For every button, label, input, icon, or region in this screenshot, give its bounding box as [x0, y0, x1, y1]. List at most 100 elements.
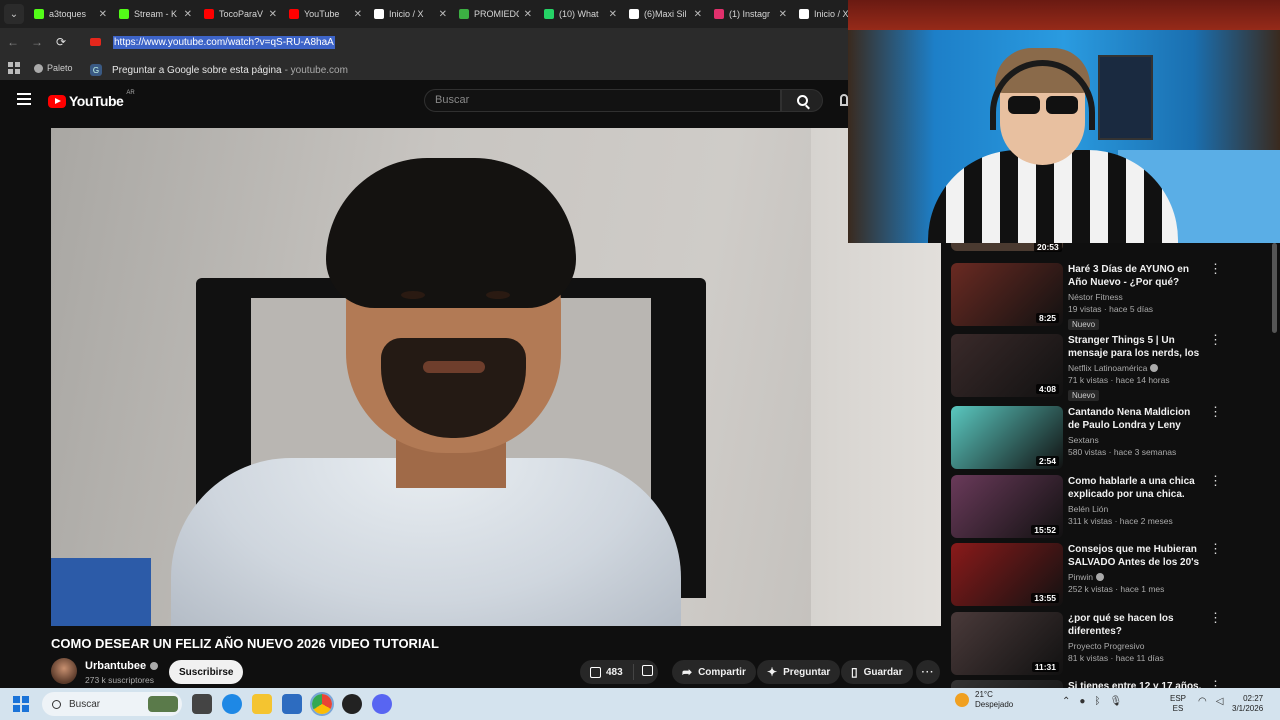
discord-icon[interactable]: [372, 694, 392, 714]
video-thumbnail[interactable]: 13:55: [951, 543, 1063, 606]
clock[interactable]: 02:27 3/1/2026: [1232, 694, 1263, 714]
file-explorer-icon[interactable]: [252, 694, 272, 714]
scrollbar[interactable]: [1272, 243, 1277, 333]
video-thumbnail[interactable]: 15:52: [951, 475, 1063, 538]
browser-tab[interactable]: YouTube ✕: [283, 1, 368, 27]
microphone-icon[interactable]: 🎙: [1109, 696, 1122, 707]
video-thumbnail[interactable]: 4:08: [951, 334, 1063, 397]
video-title[interactable]: Consejos que me Hubieran SALVADO Antes d…: [1068, 543, 1203, 569]
chrome-icon[interactable]: [310, 692, 334, 716]
language-indicator[interactable]: ESP ES: [1170, 694, 1186, 714]
close-tab-icon[interactable]: ✕: [99, 9, 107, 20]
more-options-icon[interactable]: ⋮: [1209, 679, 1222, 688]
url-text[interactable]: https://www.youtube.com/watch?v=qS-RU-A8…: [113, 35, 335, 49]
browser-tab[interactable]: a3toques ✕: [28, 1, 113, 27]
close-tab-icon[interactable]: ✕: [269, 9, 277, 20]
channel-name[interactable]: Sextans: [1068, 435, 1203, 445]
video-title[interactable]: Si tienes entre 12 y 17 años, por: [1068, 680, 1203, 688]
channel-name[interactable]: Netflix Latinoamérica: [1068, 363, 1203, 373]
save-button[interactable]: ▯ Guardar: [841, 660, 913, 684]
browser-tab[interactable]: (10) What ✕: [538, 1, 623, 27]
close-tab-icon[interactable]: ✕: [694, 9, 702, 20]
youtube-logo[interactable]: YouTube AR: [48, 90, 135, 109]
search-button[interactable]: [781, 89, 823, 112]
windows-start-icon[interactable]: [13, 696, 29, 712]
browser-tab[interactable]: (1) Instagr ✕: [708, 1, 793, 27]
back-button[interactable]: ←: [2, 31, 24, 53]
wifi-icon[interactable]: ◠: [1198, 696, 1207, 707]
bookmark-paleto[interactable]: Paleto: [34, 63, 73, 73]
video-info: Como hablarle a una chica explicado por …: [1068, 475, 1203, 526]
more-options-icon[interactable]: ⋮: [1209, 333, 1222, 346]
channel-name[interactable]: Néstor Fitness: [1068, 292, 1203, 302]
more-options-icon[interactable]: ⋮: [1209, 611, 1222, 624]
more-options-icon[interactable]: ⋮: [1209, 405, 1222, 418]
network-icon[interactable]: ●: [1079, 696, 1085, 707]
channel-name[interactable]: Urbantubee: [85, 660, 159, 672]
close-tab-icon[interactable]: ✕: [524, 9, 532, 20]
channel-name[interactable]: Pinwin: [1068, 572, 1203, 582]
close-tab-icon[interactable]: ✕: [354, 9, 362, 20]
recommendation-item[interactable]: 15:52 Como hablarle a una chica explicado…: [951, 474, 1231, 539]
recommendation-item[interactable]: 4:08 Stranger Things 5 | Un mensaje para …: [951, 333, 1231, 401]
recommendation-item[interactable]: 13:55 Consejos que me Hubieran SALVADO An…: [951, 542, 1231, 607]
channel-avatar[interactable]: [51, 658, 77, 684]
taskbar-search[interactable]: Buscar: [42, 692, 182, 716]
video-title[interactable]: Como hablarle a una chica explicado por …: [1068, 475, 1203, 501]
edge-icon[interactable]: [222, 694, 242, 714]
forward-button[interactable]: →: [26, 31, 48, 53]
dislike-button[interactable]: [634, 665, 661, 679]
more-actions-button[interactable]: ···: [916, 660, 940, 684]
close-tab-icon[interactable]: ✕: [439, 9, 447, 20]
browser-tab[interactable]: (6)Maxi Sil ✕: [623, 1, 708, 27]
globe-icon: [34, 63, 43, 73]
video-thumbnail[interactable]: 11:31: [951, 612, 1063, 675]
video-title[interactable]: Haré 3 Días de AYUNO en Año Nuevo - ¿Por…: [1068, 263, 1203, 289]
more-options-icon[interactable]: ⋮: [1209, 474, 1222, 487]
video-thumbnail[interactable]: 8:25: [951, 263, 1063, 326]
recommendation-item[interactable]: 2:54 Cantando Nena Maldicion de Paulo Lon…: [951, 405, 1231, 470]
browser-tab[interactable]: PROMIEDC ✕: [453, 1, 538, 27]
volume-icon[interactable]: ◁: [1216, 696, 1224, 707]
reload-button[interactable]: ⟳: [50, 31, 72, 53]
chevron-up-icon[interactable]: ⌃: [1062, 696, 1070, 707]
bluetooth-icon[interactable]: ᛒ: [1094, 696, 1100, 707]
channel-name[interactable]: Belén Lión: [1068, 504, 1203, 514]
store-icon[interactable]: [282, 694, 302, 714]
apps-grid-icon[interactable]: [8, 62, 20, 74]
video-title[interactable]: Cantando Nena Maldicion de Paulo Londra …: [1068, 406, 1203, 432]
recommendation-item[interactable]: 11:31 ¿por qué se hacen los diferentes? Pr…: [951, 611, 1231, 676]
browser-tab[interactable]: TocoParaV ✕: [198, 1, 283, 27]
like-button[interactable]: 483: [580, 664, 634, 680]
menu-icon[interactable]: [17, 93, 31, 105]
share-button[interactable]: ➦ Compartir: [672, 660, 756, 684]
youtube-header: YouTube AR Buscar: [0, 84, 848, 118]
video-player[interactable]: [51, 128, 941, 626]
video-title[interactable]: ¿por qué se hacen los diferentes?: [1068, 612, 1203, 638]
close-tab-icon[interactable]: ✕: [184, 9, 192, 20]
channel-name-text: Pinwin: [1068, 572, 1094, 582]
more-options-icon[interactable]: ⋮: [1209, 542, 1222, 555]
ask-button[interactable]: ✦ Preguntar: [757, 660, 841, 684]
weather-widget[interactable]: 21°C Despejado: [955, 690, 1013, 710]
subscribe-button[interactable]: Suscribirse: [169, 660, 244, 684]
tab-search-button[interactable]: ⌄: [4, 4, 24, 24]
video-title[interactable]: Stranger Things 5 | Un mensaje para los …: [1068, 334, 1203, 360]
search-input[interactable]: Buscar: [424, 89, 781, 112]
video-thumbnail[interactable]: [951, 680, 1063, 688]
close-tab-icon[interactable]: ✕: [779, 9, 787, 20]
channel-name[interactable]: Proyecto Progresivo: [1068, 641, 1203, 651]
more-options-icon[interactable]: ⋮: [1209, 262, 1222, 275]
omnibox-suggestion[interactable]: G Preguntar a Google sobre esta página -…: [84, 58, 844, 82]
browser-tab[interactable]: Inicio / X ✕: [368, 1, 453, 27]
omnibox[interactable]: https://www.youtube.com/watch?v=qS-RU-A8…: [84, 31, 864, 53]
browser-tab[interactable]: Stream - K ✕: [113, 1, 198, 27]
microphone-icon[interactable]: [840, 94, 848, 106]
recommendation-item[interactable]: Si tienes entre 12 y 17 años, por ⋮: [951, 679, 1231, 688]
video-thumbnail[interactable]: 2:54: [951, 406, 1063, 469]
obs-icon[interactable]: [342, 694, 362, 714]
recommendation-item[interactable]: 8:25 Haré 3 Días de AYUNO en Año Nuevo - …: [951, 262, 1231, 330]
close-tab-icon[interactable]: ✕: [609, 9, 617, 20]
taskbar: Buscar 21°C Despejado ⌃ ● ᛒ 🎙 ESP ES ◠ ◁ 0…: [0, 688, 1280, 720]
task-view-icon[interactable]: [192, 694, 212, 714]
